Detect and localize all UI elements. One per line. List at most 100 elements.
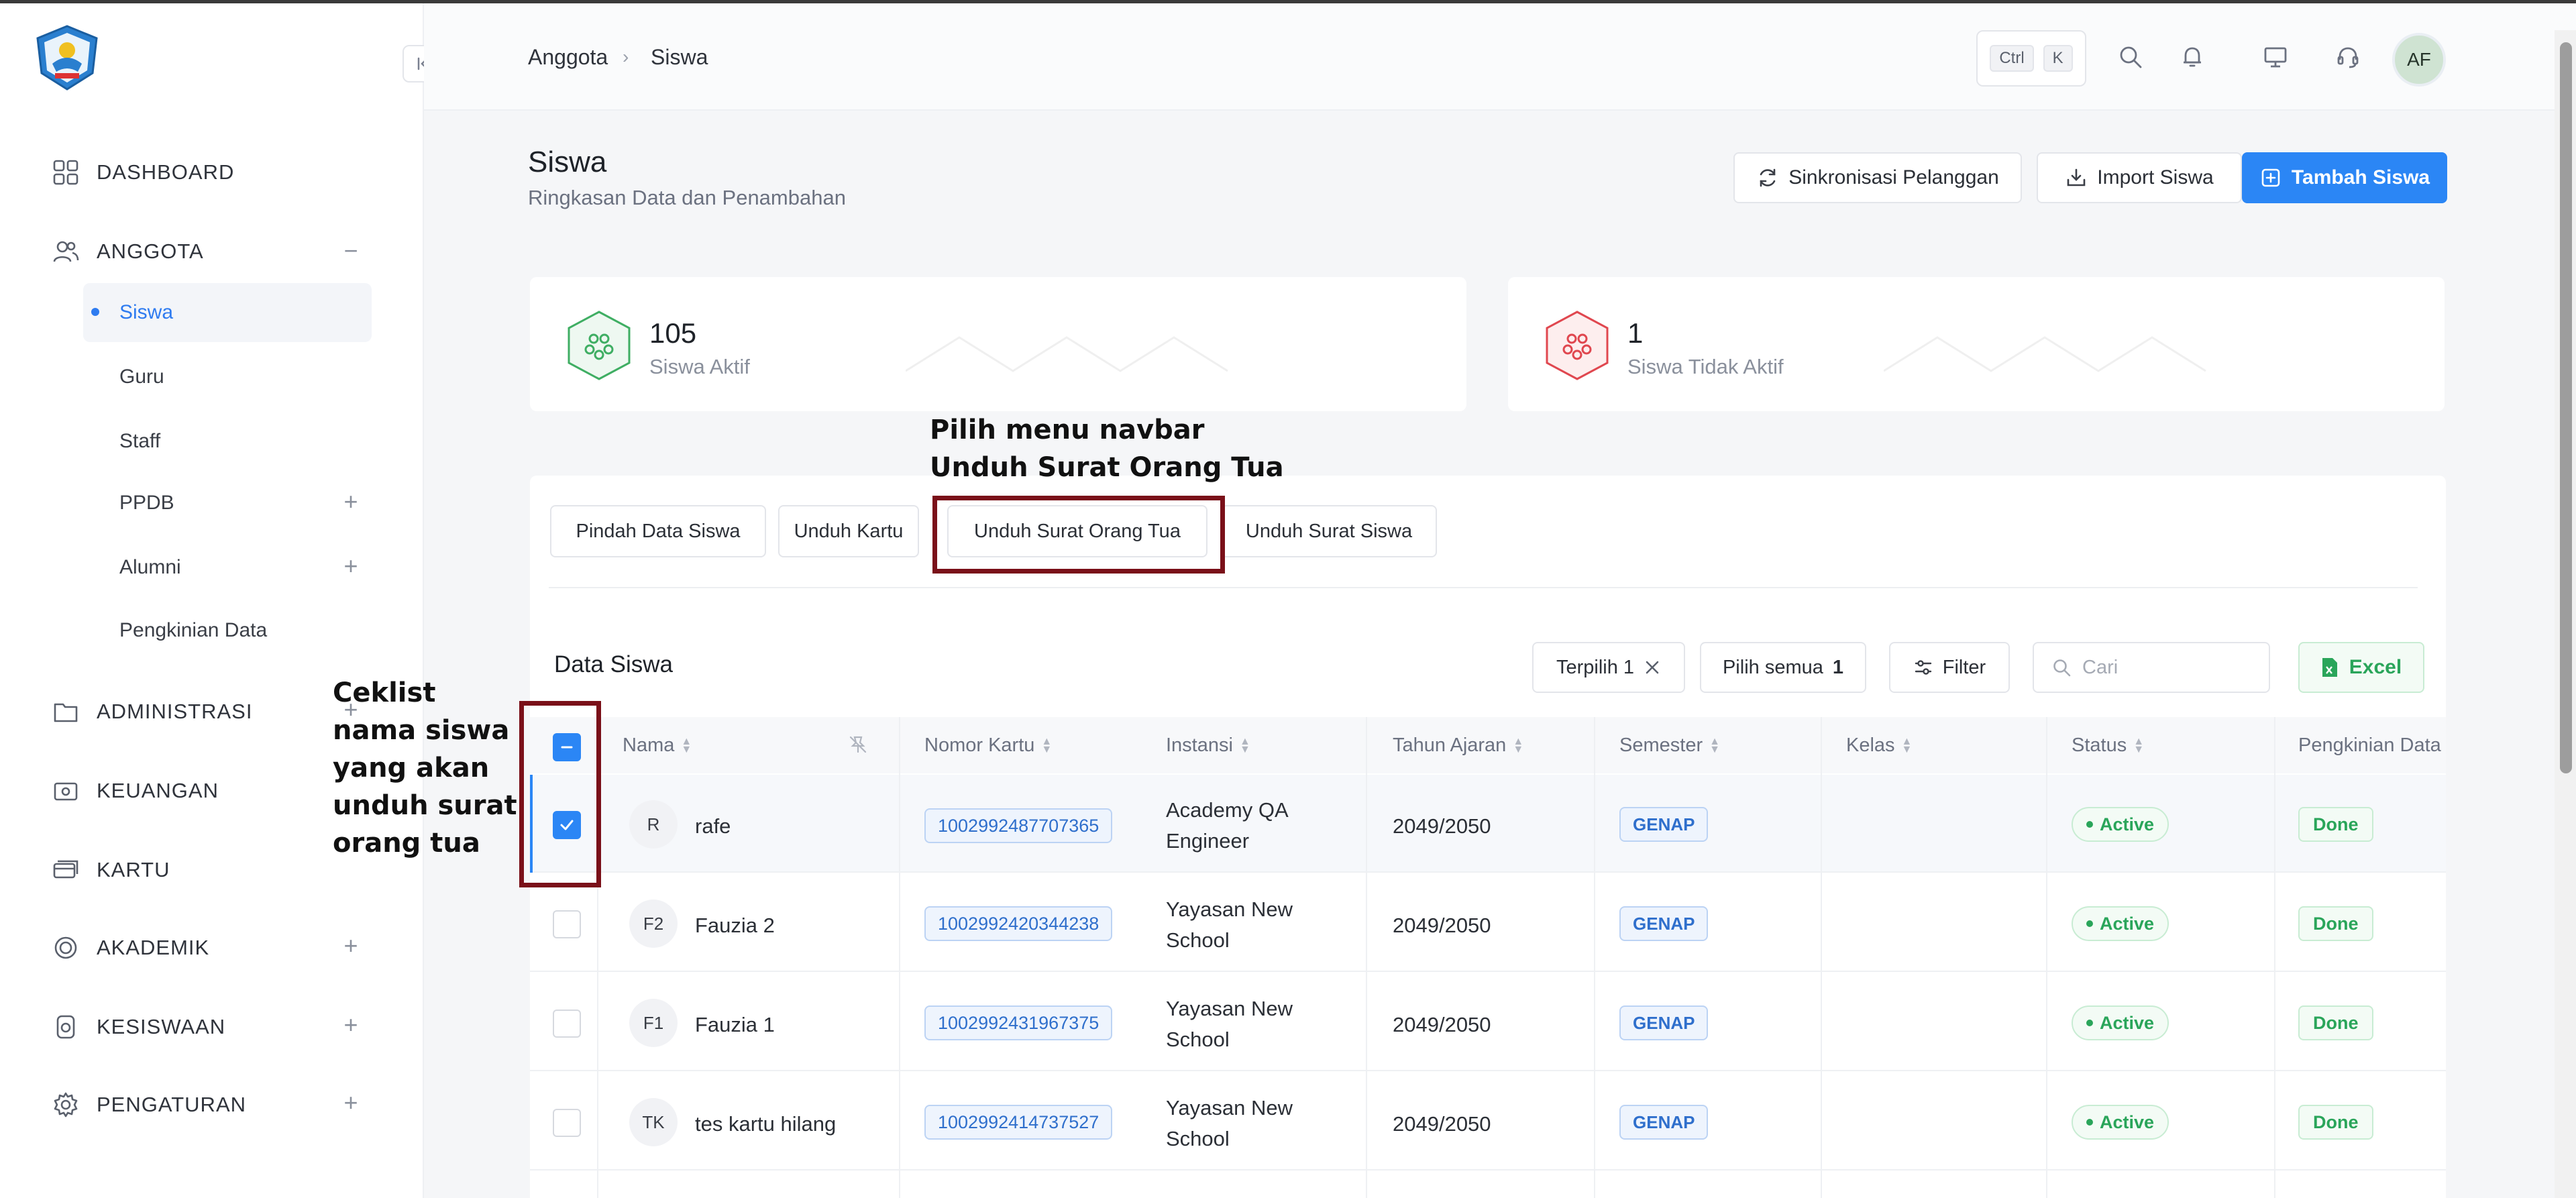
column-header-kelas[interactable]: Kelas ▲ ▼ — [1846, 734, 1912, 757]
sort-icon[interactable]: ▲ ▼ — [1709, 736, 1720, 755]
column-label: Kelas — [1846, 734, 1895, 756]
sub-item-staff[interactable]: Staff — [119, 430, 160, 453]
sort-icon[interactable]: ▲ ▼ — [1240, 736, 1250, 755]
sort-icon[interactable]: ▲ ▼ — [1041, 736, 1052, 755]
logo[interactable] — [35, 25, 99, 91]
column-header-pengkinian-data[interactable]: Pengkinian Data — [2298, 734, 2441, 757]
nav-administrasi[interactable]: ADMINISTRASI — [51, 692, 252, 732]
nav-label: KESISWAAN — [97, 1015, 226, 1038]
sidebar: DASHBOARD ANGGOTA − Siswa Guru Staff PPD… — [0, 3, 443, 1198]
expand-toggle[interactable]: + — [341, 1089, 361, 1117]
institution-line-1: Yayasan New — [1166, 997, 1293, 1020]
tab-divider — [549, 587, 2418, 588]
expand-toggle[interactable]: + — [341, 552, 361, 580]
search-field[interactable] — [2033, 642, 2270, 693]
add-student-button[interactable]: Tambah Siswa — [2242, 152, 2447, 203]
excel-label: Excel — [2349, 656, 2402, 678]
student-name[interactable]: rafe — [695, 811, 731, 842]
sub-item-siswa[interactable]: Siswa — [119, 301, 173, 324]
headset-icon[interactable] — [2330, 40, 2365, 74]
semester-badge: GENAP — [1619, 906, 1709, 941]
sub-item-alumni[interactable]: Alumni — [119, 556, 181, 579]
column-divider — [899, 717, 900, 1198]
column-label: Semester — [1619, 734, 1703, 756]
expand-toggle[interactable]: + — [341, 488, 361, 516]
sort-icon[interactable]: ▲ ▼ — [1902, 736, 1913, 755]
import-students-button[interactable]: Import Siswa — [2037, 152, 2242, 203]
user-avatar[interactable]: AF — [2392, 33, 2446, 87]
card-number: 1002992414737527 — [924, 1105, 1113, 1140]
export-excel-button[interactable]: Excel — [2298, 642, 2424, 693]
nav-pengaturan[interactable]: PENGATURAN — [51, 1085, 246, 1125]
academic-year: 2049/2050 — [1393, 814, 1491, 838]
search-icon[interactable] — [2113, 40, 2148, 74]
column-header-semester[interactable]: Semester ▲ ▼ — [1619, 734, 1720, 757]
active-dot — [91, 308, 99, 316]
nav-kesiswaan[interactable]: KESISWAAN — [51, 1007, 225, 1047]
column-header-instansi[interactable]: Instansi ▲ ▼ — [1166, 734, 1250, 757]
expand-toggle[interactable]: + — [341, 1011, 361, 1039]
tab-unduh-kartu[interactable]: Unduh Kartu — [778, 505, 919, 557]
row-checkbox[interactable] — [553, 1010, 581, 1038]
status-label: Active — [2100, 814, 2155, 834]
search-input[interactable] — [2082, 656, 2243, 679]
column-header-nama[interactable]: Nama ▲ ▼ — [623, 734, 692, 757]
nav-akademik[interactable]: AKADEMIK — [51, 928, 209, 968]
sort-icon[interactable]: ▲ ▼ — [681, 736, 692, 755]
row-checkbox[interactable] — [553, 1109, 581, 1137]
bell-icon[interactable] — [2175, 40, 2210, 74]
tab-unduh-surat-siswa[interactable]: Unduh Surat Siswa — [1221, 505, 1437, 557]
column-label: Instansi — [1166, 734, 1233, 756]
sub-item-pengkinian-data[interactable]: Pengkinian Data — [119, 619, 267, 642]
add-label: Tambah Siswa — [2291, 166, 2430, 188]
ctrl-key: Ctrl — [1990, 45, 2034, 72]
nav-label: DASHBOARD — [97, 160, 235, 184]
status-badge: Active — [2072, 1005, 2169, 1040]
tab-pindah-data-siswa[interactable]: Pindah Data Siswa — [550, 505, 766, 557]
selected-chip[interactable]: Terpilih 1 — [1532, 642, 1685, 693]
status-badge: Active — [2072, 807, 2169, 842]
semester-badge: GENAP — [1619, 807, 1709, 842]
column-label: Tahun Ajaran — [1393, 734, 1507, 756]
semester-badge: GENAP — [1619, 1005, 1709, 1040]
breadcrumb-anggota[interactable]: Anggota — [528, 45, 608, 70]
sub-item-ppdb[interactable]: PPDB — [119, 492, 174, 514]
student-name[interactable]: tes kartu hilang — [695, 1109, 836, 1140]
monitor-icon[interactable] — [2258, 40, 2293, 74]
scrollbar-thumb[interactable] — [2560, 42, 2572, 773]
inactive-label: Siswa Tidak Aktif — [1627, 355, 1784, 378]
nav-anggota[interactable]: ANGGOTA — [51, 231, 204, 272]
expand-toggle[interactable]: + — [341, 932, 361, 960]
column-header-nomor-kartu[interactable]: Nomor Kartu ▲ ▼ — [924, 734, 1052, 757]
page-scrollbar[interactable] — [2555, 30, 2576, 1198]
card-number: 1002992431967375 — [924, 1005, 1113, 1040]
student-name[interactable]: Fauzia 2 — [695, 910, 775, 941]
close-icon[interactable] — [1644, 659, 1661, 676]
collapse-toggle[interactable]: − — [341, 237, 361, 265]
unpin-icon[interactable] — [848, 734, 868, 755]
gear-icon — [51, 1090, 80, 1120]
table-row[interactable] — [530, 1172, 2446, 1198]
column-divider — [2046, 717, 2047, 1198]
nav-dashboard[interactable]: DASHBOARD — [51, 152, 234, 193]
nav-kartu[interactable]: KARTU — [51, 850, 170, 890]
nav-keuangan[interactable]: KEUANGAN — [51, 771, 219, 811]
status-label: Active — [2100, 1111, 2155, 1132]
card-number: 1002992487707365 — [924, 808, 1113, 843]
card-number: 1002992420344238 — [924, 906, 1113, 941]
sync-customers-button[interactable]: Sinkronisasi Pelanggan — [1733, 152, 2022, 203]
hexagon-pattern — [906, 336, 1228, 372]
command-shortcut[interactable]: Ctrl K — [1976, 30, 2086, 87]
row-checkbox[interactable] — [553, 910, 581, 938]
excel-file-icon — [2322, 658, 2337, 677]
sub-item-guru[interactable]: Guru — [119, 366, 164, 388]
sync-label: Sinkronisasi Pelanggan — [1788, 166, 1999, 188]
column-header-status[interactable]: Status ▲ ▼ — [2072, 734, 2144, 757]
column-header-tahun-ajaran[interactable]: Tahun Ajaran ▲ ▼ — [1393, 734, 1523, 757]
filter-button[interactable]: Filter — [1889, 642, 2010, 693]
student-name[interactable]: Fauzia 1 — [695, 1010, 775, 1040]
sort-icon[interactable]: ▲ ▼ — [1513, 736, 1523, 755]
sort-icon[interactable]: ▲ ▼ — [2133, 736, 2144, 755]
institution-line-2: School — [1166, 928, 1230, 952]
select-all-button[interactable]: Pilih semua 1 — [1700, 642, 1866, 693]
